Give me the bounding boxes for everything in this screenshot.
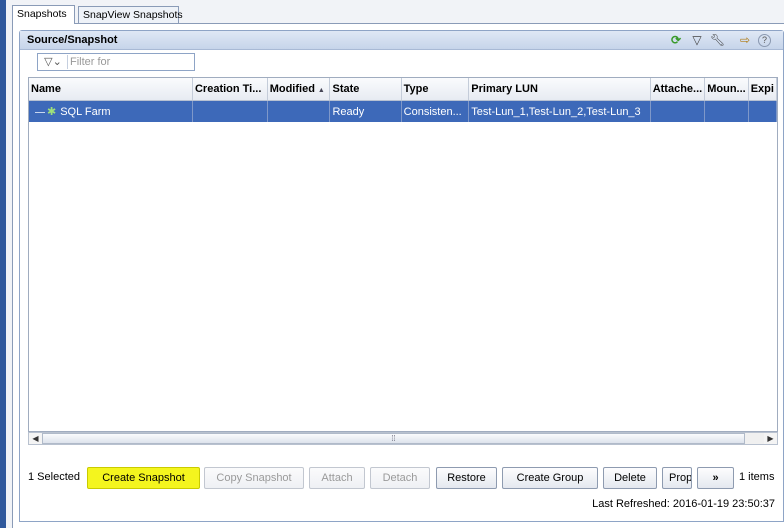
- create-group-button[interactable]: Create Group: [502, 467, 598, 489]
- export-icon[interactable]: ⇨: [738, 33, 752, 47]
- sort-ascending-icon: ▲: [317, 87, 325, 94]
- column-header-state[interactable]: State: [329, 78, 402, 101]
- filter-field[interactable]: ▽⌄: [37, 53, 195, 71]
- selection-count: 1 Selected: [28, 471, 80, 483]
- consistency-group-icon: ✱: [47, 106, 57, 118]
- column-header-modified-label: Modified: [269, 83, 315, 95]
- horizontal-scrollbar[interactable]: ◀ ⁞⁞ ▶: [28, 432, 778, 445]
- cell-state: Ready: [329, 100, 402, 122]
- cell-creation-time: [192, 100, 268, 122]
- tab-snapshots[interactable]: Snapshots: [12, 5, 75, 24]
- filter-dropdown-icon[interactable]: ▽⌄: [39, 55, 68, 69]
- last-refreshed-value: 2016-01-19 23:50:37: [672, 498, 775, 510]
- cell-attached: [650, 100, 706, 122]
- create-snapshot-button[interactable]: Create Snapshot: [87, 467, 200, 489]
- column-header-name[interactable]: Name: [29, 78, 193, 101]
- column-header-expiration[interactable]: Expi: [748, 78, 777, 101]
- copy-snapshot-button[interactable]: Copy Snapshot: [204, 467, 304, 489]
- cell-type: Consisten...: [401, 100, 470, 122]
- filter-icon[interactable]: ▽: [690, 33, 704, 47]
- tab-snapview-snapshots[interactable]: SnapView Snapshots: [78, 6, 183, 23]
- attach-button[interactable]: Attach: [309, 467, 365, 489]
- cell-primary-lun: Test-Lun_1,Test-Lun_2,Test-Lun_3: [468, 100, 651, 122]
- refresh-icon[interactable]: ⟳: [669, 33, 683, 47]
- detach-button[interactable]: Detach: [370, 467, 430, 489]
- scroll-left-icon[interactable]: ◀: [29, 433, 42, 444]
- scroll-right-icon[interactable]: ▶: [764, 433, 777, 444]
- column-header-mounted[interactable]: Moun...: [704, 78, 749, 101]
- cell-name: ✱ SQL Farm: [29, 100, 193, 122]
- panel-header: Source/Snapshot ⟳ ▽ 🔧︎ ⇨ ?: [20, 31, 783, 50]
- last-refreshed: Last Refreshed: 2016-01-19 23:50:37: [592, 498, 775, 510]
- column-header-primary-lun[interactable]: Primary LUN: [468, 78, 651, 101]
- cell-modified: [267, 100, 331, 122]
- column-header-attached[interactable]: Attache...: [650, 78, 706, 101]
- column-header-modified[interactable]: Modified ▲: [267, 78, 331, 101]
- wrench-icon[interactable]: 🔧︎: [710, 33, 725, 47]
- snapshot-table: Name Creation Ti... Modified ▲ State Type…: [28, 77, 778, 432]
- last-refreshed-label: Last Refreshed:: [592, 498, 670, 510]
- panel-title: Source/Snapshot: [27, 34, 118, 46]
- tree-connector: [35, 111, 45, 113]
- column-header-type[interactable]: Type: [401, 78, 470, 101]
- help-icon[interactable]: ?: [758, 34, 771, 47]
- source-snapshot-panel: Source/Snapshot ⟳ ▽ 🔧︎ ⇨ ? ▽⌄ Name Creat…: [19, 30, 784, 522]
- table-row[interactable]: ✱ SQL Farm Ready Consisten... Test-Lun_1,…: [29, 100, 777, 122]
- row-name: SQL Farm: [60, 106, 111, 118]
- column-header-creation-time[interactable]: Creation Ti...: [192, 78, 268, 101]
- more-actions-button[interactable]: »: [697, 467, 734, 489]
- cell-mounted: [704, 100, 749, 122]
- scrollbar-thumb[interactable]: ⁞⁞: [42, 433, 745, 444]
- restore-button[interactable]: Restore: [436, 467, 497, 489]
- items-count: 1 items: [739, 471, 775, 483]
- main-window: Snapshots SnapView Snapshots Source/Snap…: [6, 0, 784, 528]
- delete-button[interactable]: Delete: [603, 467, 657, 489]
- properties-button[interactable]: Properties: [662, 467, 692, 489]
- filter-input[interactable]: [70, 55, 190, 69]
- cell-expiration: [748, 100, 777, 122]
